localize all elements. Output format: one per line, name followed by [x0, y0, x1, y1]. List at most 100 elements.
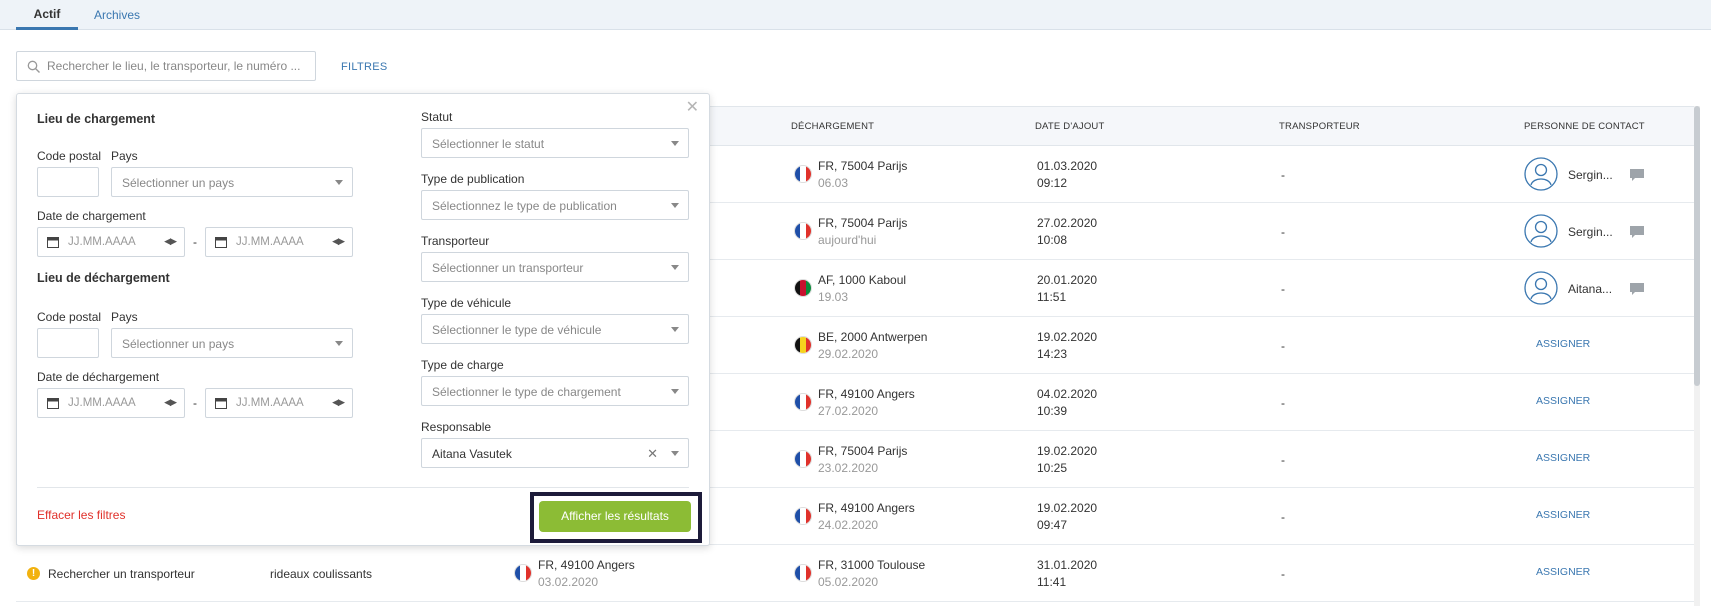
- loading-section-title: Lieu de chargement: [37, 112, 156, 126]
- assign-link[interactable]: ASSIGNER: [1536, 509, 1590, 521]
- column-header-carrier[interactable]: TRANSPORTEUR: [1279, 107, 1360, 147]
- tab-actif[interactable]: Actif: [16, 0, 78, 30]
- load-type-placeholder: Sélectionner le type de chargement: [432, 385, 621, 399]
- publication-type-select[interactable]: Sélectionnez le type de publication: [421, 190, 689, 220]
- unloading-country-select[interactable]: Sélectionner un pays: [111, 328, 353, 358]
- carrier-value: -: [1281, 168, 1285, 182]
- date-stepper-icon[interactable]: ◀▶: [164, 236, 177, 247]
- column-header-date-added[interactable]: DATE D'AJOUT: [1035, 107, 1105, 147]
- filters-toggle-link[interactable]: FILTRES: [341, 61, 388, 73]
- assign-link[interactable]: ASSIGNER: [1536, 338, 1590, 350]
- contact-name: Sergin...: [1568, 225, 1613, 239]
- chat-icon[interactable]: [1629, 225, 1645, 239]
- clear-icon[interactable]: ✕: [647, 446, 658, 462]
- unloading-location: FR, 49100 Angers: [818, 501, 915, 515]
- assign-link[interactable]: ASSIGNER: [1536, 566, 1590, 578]
- chat-icon[interactable]: [1629, 168, 1645, 182]
- row-status: Rechercher un transporteur: [48, 567, 195, 581]
- loading-country-placeholder: Sélectionner un pays: [122, 176, 235, 190]
- unloading-date-label: Date de déchargement: [37, 370, 160, 384]
- status-select[interactable]: Sélectionner le statut: [421, 128, 689, 158]
- clear-filters-link[interactable]: Effacer les filtres: [37, 508, 125, 522]
- table-row[interactable]: ! Rechercher un transporteur rideaux couli…: [16, 545, 1694, 602]
- unloading-location: FR, 75004 Parijs: [818, 159, 908, 173]
- date-separator: -: [193, 396, 197, 410]
- fr-flag-icon: [794, 450, 812, 468]
- unloading-location: FR, 75004 Parijs: [818, 444, 908, 458]
- unloading-date: aujourd'hui: [818, 233, 877, 247]
- unloading-date: 19.03: [818, 290, 849, 304]
- date-placeholder: JJ.MM.AAAA: [68, 397, 136, 409]
- unloading-country-placeholder: Sélectionner un pays: [122, 337, 235, 351]
- load-type-select[interactable]: Sélectionner le type de chargement: [421, 376, 689, 406]
- carrier-value: -: [1281, 339, 1285, 353]
- fr-flag-icon: [794, 393, 812, 411]
- unloading-date-to[interactable]: JJ.MM.AAAA ◀▶: [205, 388, 353, 418]
- time-added: 10:08: [1037, 233, 1068, 247]
- carrier-label: Transporteur: [421, 234, 490, 248]
- carrier-value: -: [1281, 396, 1285, 410]
- avatar-icon[interactable]: [1524, 157, 1558, 191]
- scrollbar[interactable]: [1694, 106, 1700, 606]
- column-header-contact[interactable]: PERSONNE DE CONTACT: [1524, 107, 1645, 147]
- unloading-postal-code-input[interactable]: [37, 328, 99, 358]
- unloading-location: FR, 31000 Toulouse: [818, 558, 926, 572]
- date-stepper-icon[interactable]: ◀▶: [332, 397, 345, 408]
- time-added: 14:23: [1037, 347, 1068, 361]
- carrier-value: -: [1281, 510, 1285, 524]
- loading-country-select[interactable]: Sélectionner un pays: [111, 167, 353, 197]
- carrier-value: -: [1281, 282, 1285, 296]
- chevron-down-icon: [671, 141, 679, 146]
- carrier-select[interactable]: Sélectionner un transporteur: [421, 252, 689, 282]
- chevron-down-icon: [335, 341, 343, 346]
- date-stepper-icon[interactable]: ◀▶: [164, 397, 177, 408]
- assign-link[interactable]: ASSIGNER: [1536, 452, 1590, 464]
- tab-archives[interactable]: Archives: [94, 0, 140, 30]
- chevron-down-icon: [335, 180, 343, 185]
- loading-date-from[interactable]: JJ.MM.AAAA ◀▶: [37, 227, 185, 257]
- search-icon: [27, 60, 40, 73]
- time-added: 10:25: [1037, 461, 1068, 475]
- date-stepper-icon[interactable]: ◀▶: [332, 236, 345, 247]
- responsible-select[interactable]: Aitana Vasutek ✕: [421, 438, 689, 468]
- status-placeholder: Sélectionner le statut: [432, 137, 545, 151]
- show-results-button[interactable]: Afficher les résultats: [539, 501, 691, 532]
- time-added: 11:51: [1037, 290, 1067, 304]
- assign-link[interactable]: ASSIGNER: [1536, 395, 1590, 407]
- loading-postal-code-input[interactable]: [37, 167, 99, 197]
- date-added: 19.02.2020: [1037, 444, 1098, 458]
- avatar-icon[interactable]: [1524, 214, 1558, 248]
- carrier-value: -: [1281, 567, 1285, 581]
- search-input[interactable]: [47, 52, 311, 80]
- column-header-unloading[interactable]: DÉCHARGEMENT: [791, 107, 874, 147]
- time-added: 09:47: [1037, 518, 1068, 532]
- unloading-date: 06.03: [818, 176, 849, 190]
- filter-panel: ✕ Lieu de chargement Code postal Pays Sé…: [16, 93, 710, 546]
- vehicle-type-select[interactable]: Sélectionner le type de véhicule: [421, 314, 689, 344]
- date-added: 27.02.2020: [1037, 216, 1098, 230]
- tab-bar: Actif Archives: [0, 0, 1711, 30]
- unloading-date: 23.02.2020: [818, 461, 879, 475]
- date-placeholder: JJ.MM.AAAA: [236, 236, 304, 248]
- scrollbar-thumb[interactable]: [1694, 106, 1700, 386]
- chevron-down-icon: [671, 451, 679, 456]
- date-separator: -: [193, 235, 197, 249]
- loading-date-to[interactable]: JJ.MM.AAAA ◀▶: [205, 227, 353, 257]
- chat-icon[interactable]: [1629, 282, 1645, 296]
- vehicle-type-placeholder: Sélectionner le type de véhicule: [432, 323, 602, 337]
- fr-flag-icon: [514, 564, 532, 582]
- loading-date: 03.02.2020: [538, 575, 599, 589]
- contact-name: Aitana...: [1568, 282, 1613, 296]
- close-icon[interactable]: ✕: [686, 100, 699, 116]
- vehicle-type-label: Type de véhicule: [421, 296, 512, 310]
- date-added: 31.01.2020: [1037, 558, 1098, 572]
- loading-date-label: Date de chargement: [37, 209, 146, 223]
- unloading-location: FR, 75004 Parijs: [818, 216, 908, 230]
- warning-icon: !: [27, 567, 40, 580]
- avatar-icon[interactable]: [1524, 271, 1558, 305]
- unloading-section-title: Lieu de déchargement: [37, 271, 170, 285]
- unloading-date-from[interactable]: JJ.MM.AAAA ◀▶: [37, 388, 185, 418]
- unloading-location: BE, 2000 Antwerpen: [818, 330, 928, 344]
- carrier-value: -: [1281, 225, 1285, 239]
- unloading-date: 24.02.2020: [818, 518, 879, 532]
